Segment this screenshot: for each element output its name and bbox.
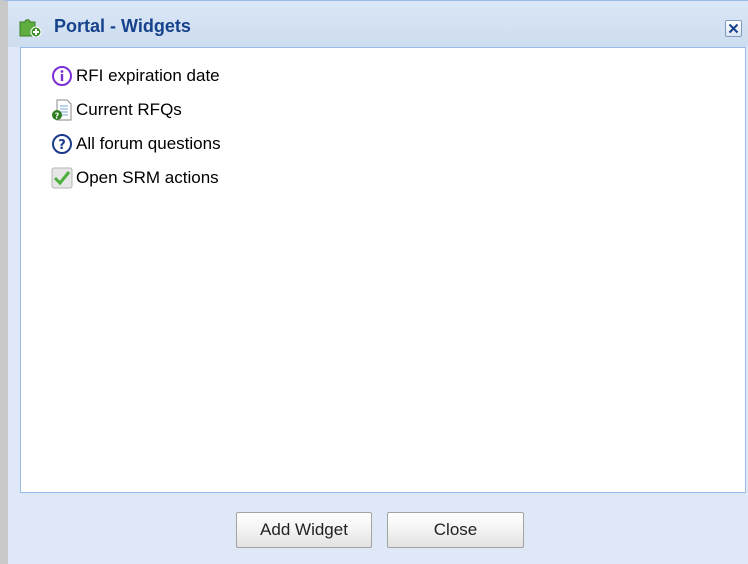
- checkmark-icon: [51, 167, 73, 189]
- close-icon[interactable]: [725, 20, 742, 37]
- widget-item-label: Open SRM actions: [76, 168, 219, 187]
- document-question-icon: ?: [51, 99, 73, 121]
- close-button[interactable]: Close: [387, 512, 524, 548]
- dialog-footer: Add Widget Close: [8, 493, 748, 564]
- widget-item-forum-questions[interactable]: ? All forum questions: [51, 127, 221, 161]
- dialog-title: Portal - Widgets: [54, 16, 191, 36]
- widget-item-label: All forum questions: [76, 134, 221, 153]
- widget-item-rfi-expiration[interactable]: RFI expiration date: [51, 59, 221, 93]
- widget-item-label: RFI expiration date: [76, 66, 220, 85]
- svg-text:?: ?: [55, 112, 60, 121]
- widget-item-open-srm-actions[interactable]: Open SRM actions: [51, 161, 221, 195]
- widget-list-panel: RFI expiration date ? Current RFQs ? All…: [20, 47, 746, 493]
- widget-item-current-rfqs[interactable]: ? Current RFQs: [51, 93, 221, 127]
- add-widget-button[interactable]: Add Widget: [236, 512, 372, 548]
- widgets-dialog: Portal - Widgets RFI expiration date ? C…: [0, 0, 748, 564]
- widget-item-label: Current RFQs: [76, 100, 182, 119]
- info-icon: [51, 65, 73, 87]
- puzzle-add-icon: [18, 15, 42, 38]
- question-icon: ?: [51, 133, 73, 155]
- dialog-titlebar[interactable]: Portal - Widgets: [8, 1, 748, 47]
- svg-text:?: ?: [58, 138, 66, 153]
- widget-list: RFI expiration date ? Current RFQs ? All…: [51, 59, 221, 195]
